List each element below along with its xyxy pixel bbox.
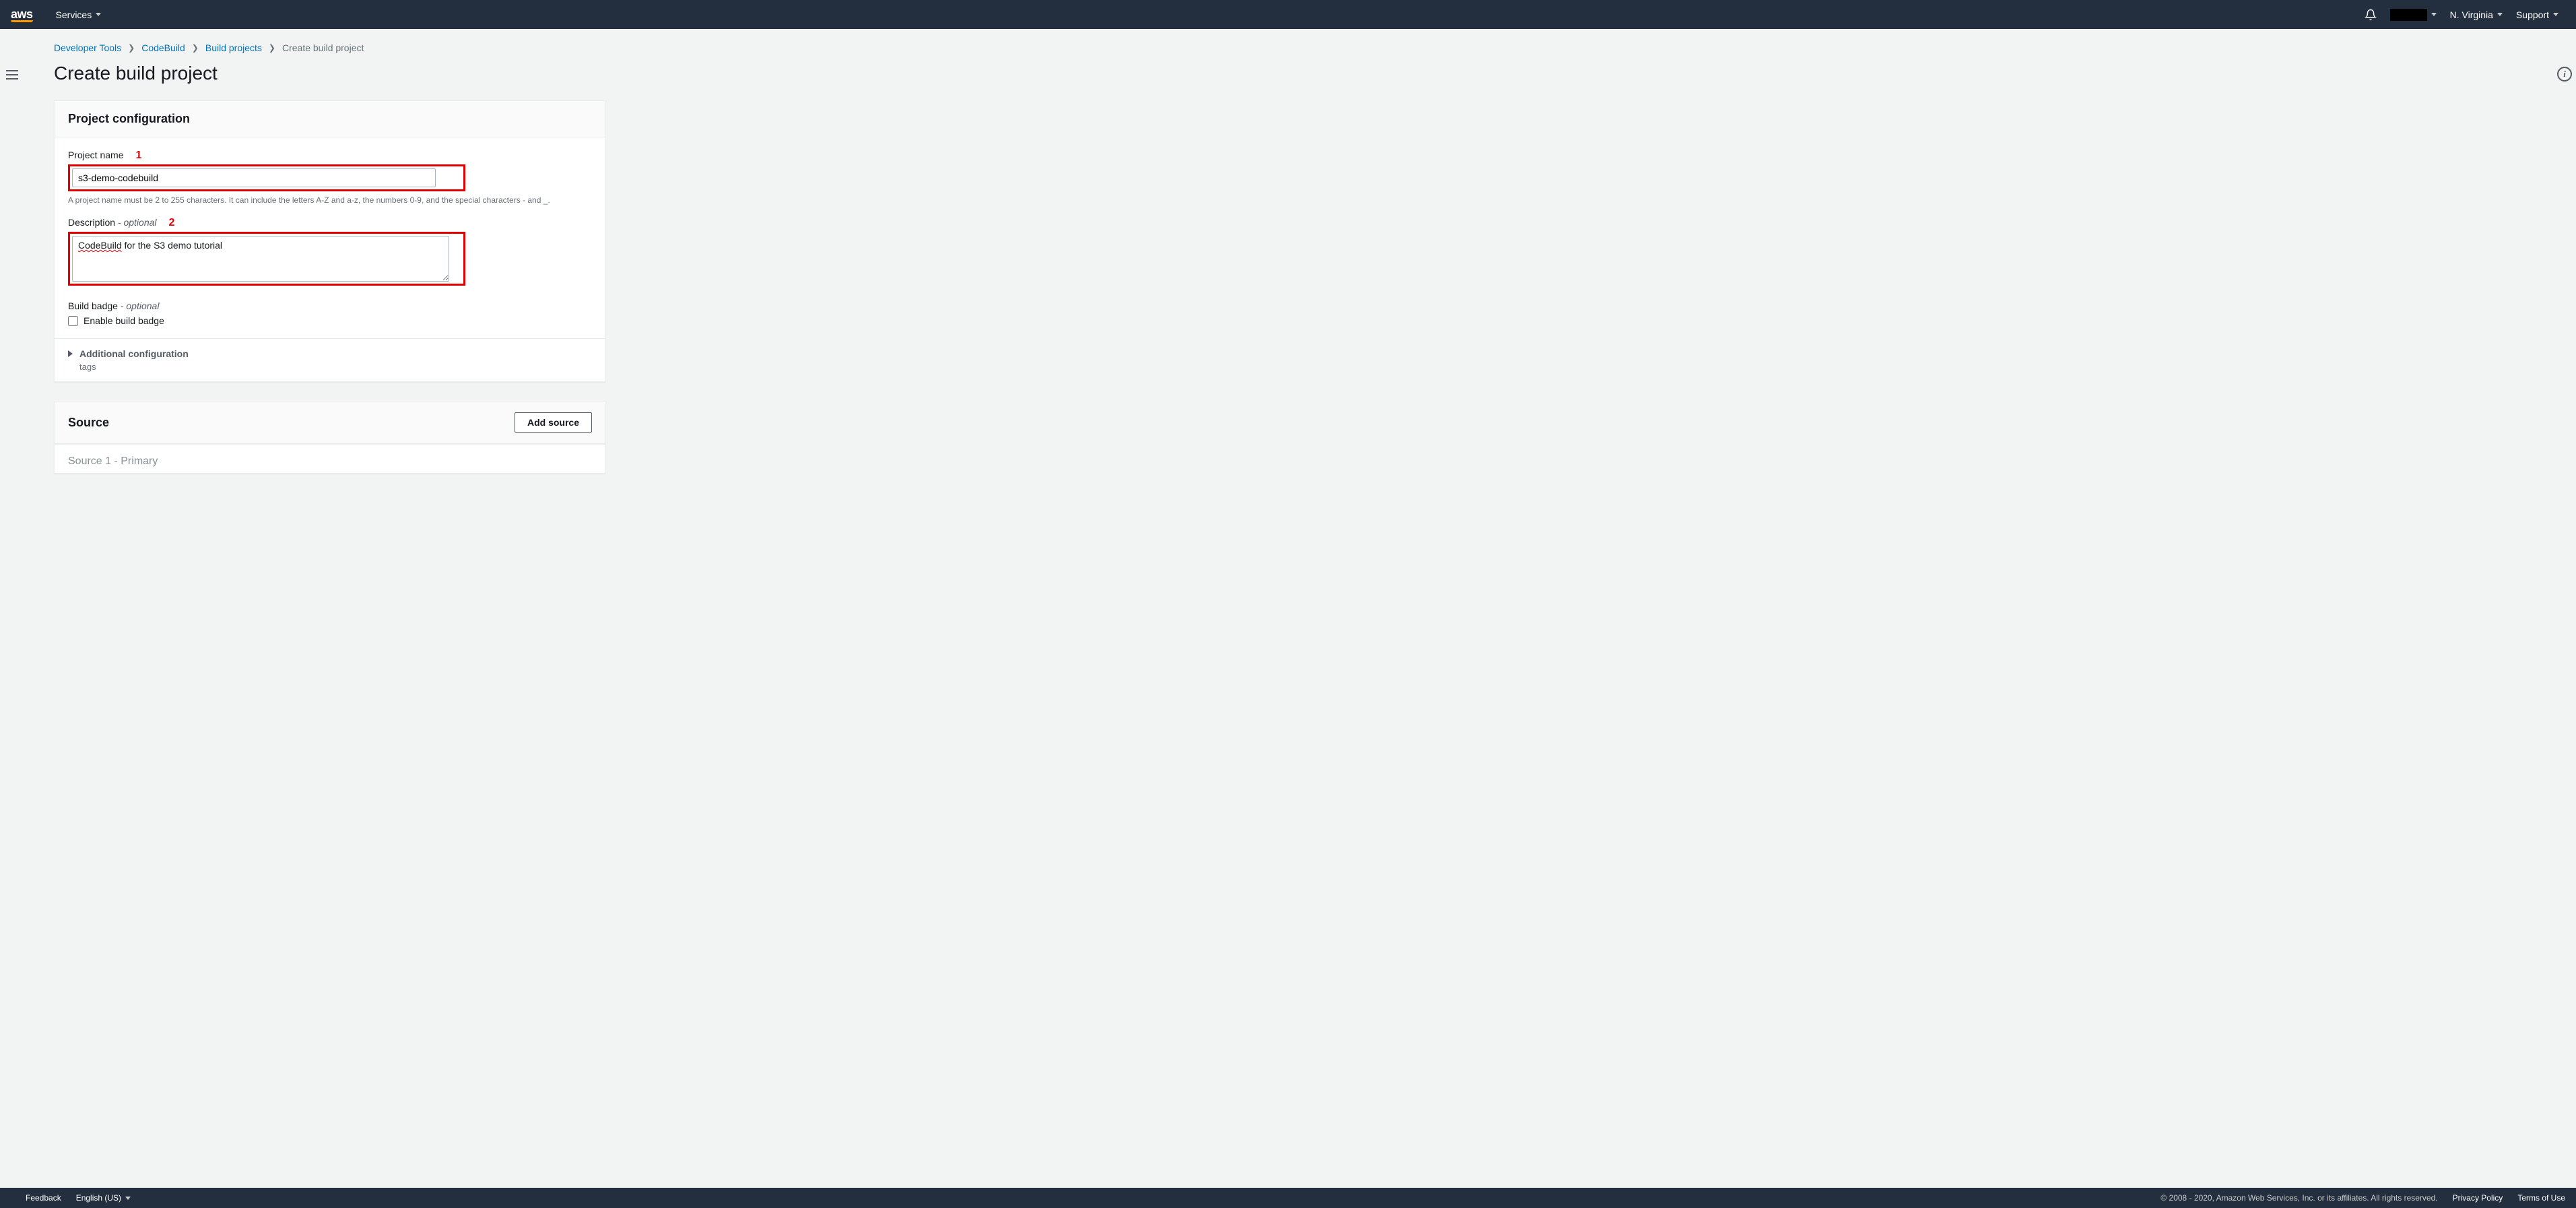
panel-header: Source Add source <box>55 402 605 444</box>
annotation-number-1: 1 <box>135 150 141 162</box>
project-name-input[interactable] <box>72 168 436 187</box>
aws-logo[interactable]: aws <box>11 7 33 22</box>
page-title: Create build project <box>54 63 2529 84</box>
source-subheading: Source 1 - Primary <box>55 444 605 473</box>
chevron-right-icon: ❯ <box>192 43 199 53</box>
caret-down-icon <box>96 13 101 16</box>
language-selector[interactable]: English (US) <box>76 1193 131 1203</box>
additional-configuration-title: Additional configuration <box>79 348 189 359</box>
account-name-redacted <box>2390 9 2427 21</box>
notifications-button[interactable] <box>2358 9 2383 21</box>
caret-down-icon <box>2553 13 2558 16</box>
support-menu[interactable]: Support <box>2509 9 2565 20</box>
bell-icon <box>2365 9 2377 21</box>
panel-title: Source <box>68 416 109 430</box>
panel-title: Project configuration <box>68 112 190 126</box>
region-menu[interactable]: N. Virginia <box>2443 9 2509 20</box>
breadcrumb: Developer Tools ❯ CodeBuild ❯ Build proj… <box>54 42 2529 53</box>
enable-build-badge-row: Enable build badge <box>68 315 592 326</box>
add-source-button[interactable]: Add source <box>515 412 592 433</box>
support-label: Support <box>2516 9 2549 20</box>
build-badge-label: Build badge - optional <box>68 300 592 311</box>
top-nav: aws Services N. Virginia Support <box>0 0 2576 29</box>
project-configuration-panel: Project configuration Project name 1 A p… <box>54 100 606 382</box>
aws-logo-text: aws <box>11 7 33 21</box>
source-panel: Source Add source Source 1 - Primary <box>54 401 606 474</box>
region-label: N. Virginia <box>2450 9 2493 20</box>
services-menu[interactable]: Services <box>49 9 108 20</box>
project-name-help: A project name must be 2 to 255 characte… <box>68 195 592 205</box>
additional-configuration-toggle[interactable]: Additional configuration <box>68 348 592 359</box>
hamburger-icon <box>6 70 18 71</box>
privacy-policy-link[interactable]: Privacy Policy <box>2453 1193 2503 1203</box>
copyright-text: © 2008 - 2020, Amazon Web Services, Inc.… <box>2160 1193 2437 1203</box>
description-label: Description - optional <box>68 217 157 228</box>
caret-down-icon <box>125 1197 131 1200</box>
services-label: Services <box>56 9 92 20</box>
chevron-right-icon: ❯ <box>128 43 135 53</box>
main-scroll-area[interactable]: Developer Tools ❯ CodeBuild ❯ Build proj… <box>27 29 2556 1188</box>
content-wrap: i Developer Tools ❯ CodeBuild ❯ Build pr… <box>0 29 2576 1188</box>
chevron-right-icon: ❯ <box>269 43 275 53</box>
feedback-link[interactable]: Feedback <box>26 1193 61 1203</box>
breadcrumb-link-codebuild[interactable]: CodeBuild <box>141 42 185 53</box>
annotation-highlight-2: CodeBuild for the S3 demo tutorial <box>68 232 465 286</box>
additional-configuration-subtitle: tags <box>79 362 592 372</box>
annotation-number-2: 2 <box>169 217 175 229</box>
enable-build-badge-label: Enable build badge <box>84 315 164 326</box>
terms-of-use-link[interactable]: Terms of Use <box>2517 1193 2565 1203</box>
enable-build-badge-checkbox[interactable] <box>68 316 78 326</box>
description-textarea[interactable]: CodeBuild for the S3 demo tutorial <box>72 236 449 282</box>
panel-body: Project name 1 A project name must be 2 … <box>55 137 605 338</box>
panel-header: Project configuration <box>55 101 605 137</box>
footer: Feedback English (US) © 2008 - 2020, Ama… <box>0 1188 2576 1208</box>
breadcrumb-link-developer-tools[interactable]: Developer Tools <box>54 42 121 53</box>
breadcrumb-link-build-projects[interactable]: Build projects <box>205 42 262 53</box>
annotation-highlight-1 <box>68 164 465 191</box>
info-panel-toggle[interactable]: i <box>2557 67 2572 82</box>
additional-configuration-section: Additional configuration tags <box>55 338 605 381</box>
caret-down-icon <box>2431 13 2437 16</box>
project-name-label: Project name <box>68 150 123 160</box>
breadcrumb-current: Create build project <box>282 42 364 53</box>
sidebar-toggle[interactable] <box>4 67 20 83</box>
triangle-right-icon <box>68 350 73 357</box>
caret-down-icon <box>2497 13 2503 16</box>
account-menu[interactable] <box>2383 9 2443 21</box>
